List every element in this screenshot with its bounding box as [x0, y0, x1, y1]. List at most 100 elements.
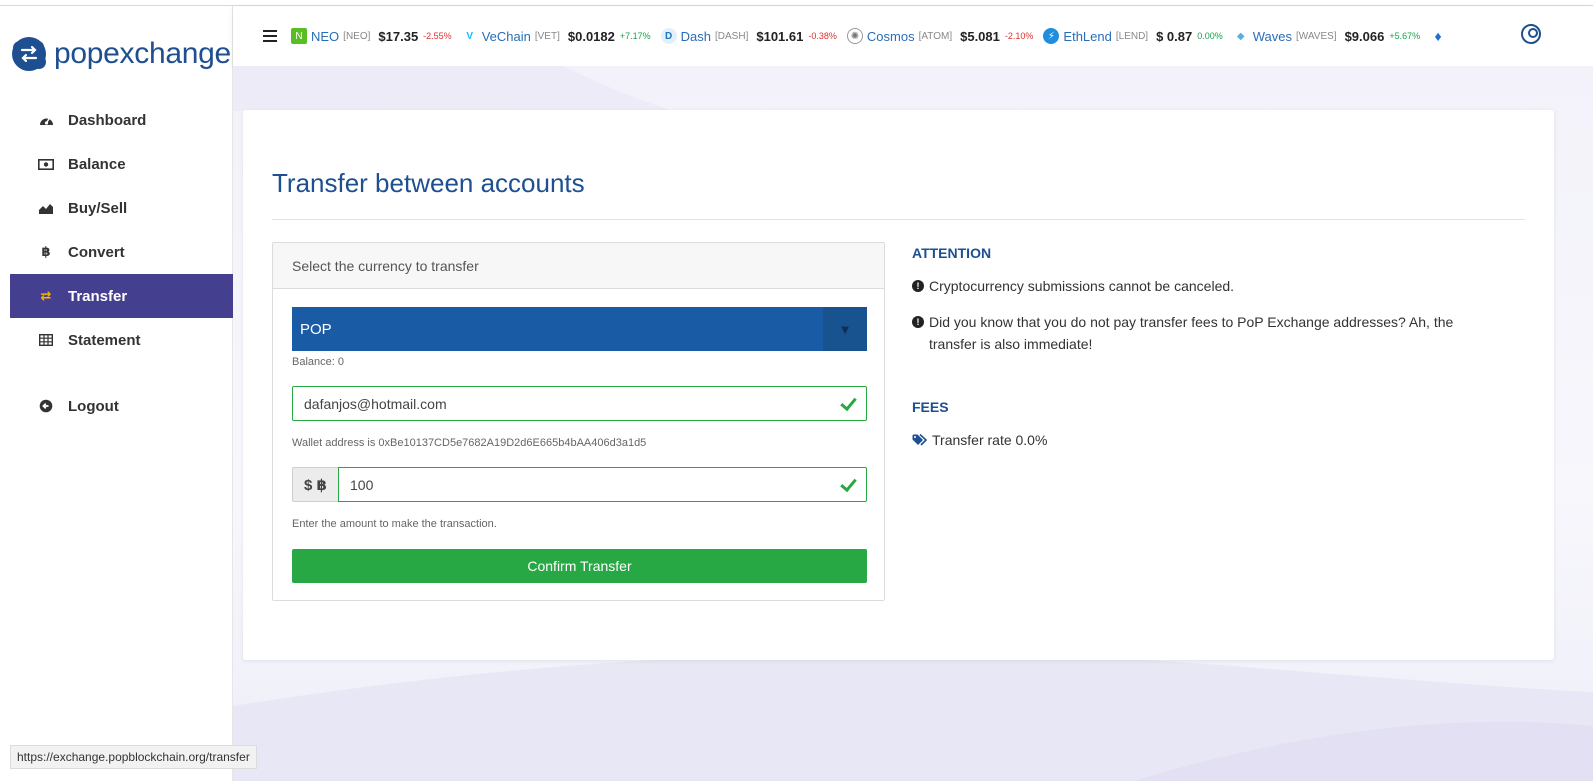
sidebar-item-transfer[interactable]: ⇄ Transfer — [10, 274, 233, 318]
ticker-name: Cosmos — [866, 28, 915, 44]
ticker-name: VeChain — [481, 28, 531, 44]
info-column: ATTENTION ! Cryptocurrency submissions c… — [912, 242, 1512, 451]
wallet-address-text: Wallet address is 0xBe10137CD5e7682A19D2… — [292, 437, 647, 449]
ticker-price: $9.066 — [1344, 28, 1385, 44]
ticker-item-vechain[interactable]: V VeChain [VET] $0.0182 +7.17% — [462, 28, 651, 44]
ticker-item-dash[interactable]: D Dash [DASH] $101.61 -0.38% — [660, 28, 837, 44]
chart-area-icon — [38, 200, 54, 216]
currency-addon: $ ฿ — [292, 467, 338, 502]
neo-icon: N — [291, 28, 307, 44]
fees-item: Transfer rate 0.0% — [912, 429, 1512, 451]
ticker-item-ethlend[interactable]: ⚡ EthLend [LEND] $ 0.87 0.00% — [1043, 28, 1223, 44]
tags-icon — [912, 434, 928, 451]
sidebar-item-statement[interactable]: Statement — [10, 318, 233, 362]
money-bill-icon — [38, 156, 54, 172]
dash-icon: D — [660, 28, 677, 44]
transfer-form-panel: Select the currency to transfer POP ▼ Ba… — [272, 242, 885, 601]
sidebar-item-convert[interactable]: ฿ Convert — [10, 230, 233, 274]
ticker-change: +5.67% — [1389, 31, 1421, 41]
ticker-change: -0.38% — [808, 31, 837, 41]
status-bar-url: https://exchange.popblockchain.org/trans… — [10, 745, 257, 769]
attention-text: Did you know that you do not pay transfe… — [929, 314, 1454, 352]
popexchange-logo-icon — [10, 35, 48, 73]
sidebar-item-balance[interactable]: Balance — [10, 142, 233, 186]
ticker-symbol: [NEO] — [343, 30, 371, 42]
ticker-price: $101.61 — [756, 28, 804, 44]
amount-help-text: Enter the amount to make the transaction… — [292, 518, 497, 530]
check-icon — [839, 395, 857, 413]
table-icon — [38, 332, 54, 348]
ticker-price: $ 0.87 — [1156, 28, 1193, 44]
sidebar-item-buy-sell[interactable]: Buy/Sell — [10, 186, 233, 230]
ticker-symbol: [ATOM] — [918, 30, 953, 42]
attention-title: ATTENTION — [912, 245, 992, 261]
flame-coin-icon: ♦ — [1434, 28, 1442, 44]
ticker-change: -2.55% — [423, 31, 452, 41]
ticker-name: EthLend — [1063, 28, 1112, 44]
sidebar-item-label: Balance — [68, 155, 126, 173]
cosmos-icon: ✺ — [846, 28, 863, 44]
sidebar-item-label: Transfer — [68, 287, 128, 305]
sidebar-item-label: Buy/Sell — [68, 199, 128, 217]
exchange-arrows-icon: ⇄ — [40, 288, 52, 303]
transfer-card: Transfer between accounts Select the cur… — [243, 110, 1554, 660]
amount-input[interactable] — [339, 468, 839, 501]
balance-text: Balance: 0 — [292, 356, 344, 368]
user-account-icon[interactable] — [1521, 24, 1541, 44]
exclamation-circle-icon: ! — [912, 280, 924, 292]
ticker-change: -2.10% — [1004, 31, 1034, 41]
panel-header: Select the currency to transfer — [273, 243, 884, 289]
confirm-transfer-button[interactable]: Confirm Transfer — [292, 549, 867, 583]
ticker-price: $17.35 — [378, 28, 419, 44]
fees-title: FEES — [912, 399, 949, 415]
ticker-item-cosmos[interactable]: ✺ Cosmos [ATOM] $5.081 -2.10% — [846, 28, 1034, 44]
hamburger-menu-icon[interactable] — [263, 30, 277, 42]
recipient-field[interactable] — [292, 386, 867, 421]
price-ticker: N NEO [NEO] $17.35 -2.55% V VeChain [VET… — [291, 28, 1460, 44]
sidebar-item-label: Convert — [68, 243, 125, 261]
caret-down-icon[interactable]: ▼ — [823, 307, 867, 351]
ticker-item-waves[interactable]: ◆ Waves [WAVES] $9.066 +5.67% — [1233, 28, 1420, 44]
tachometer-icon — [38, 112, 54, 128]
brand-name: popexchange — [54, 37, 231, 70]
sidebar-item-dashboard[interactable]: Dashboard — [10, 98, 233, 142]
page-title: Transfer between accounts — [272, 168, 585, 198]
exclamation-circle-icon: ! — [912, 316, 924, 328]
attention-item: ! Did you know that you do not pay trans… — [912, 311, 1502, 355]
bitcoin-icon: ฿ — [41, 244, 51, 259]
ticker-price: $5.081 — [960, 28, 1000, 44]
top-bar: N NEO [NEO] $17.35 -2.55% V VeChain [VET… — [233, 6, 1593, 66]
sidebar-item-label: Statement — [68, 331, 141, 349]
ticker-name: Dash — [680, 28, 712, 44]
waves-icon: ◆ — [1236, 30, 1245, 42]
check-icon — [839, 476, 857, 494]
ticker-name: Waves — [1252, 28, 1293, 44]
ticker-change: 0.00% — [1197, 31, 1223, 41]
sidebar-item-label: Dashboard — [68, 111, 147, 129]
attention-text: Cryptocurrency submissions cannot be can… — [929, 278, 1235, 294]
ticker-symbol: [LEND] — [1115, 30, 1149, 42]
ticker-name: NEO — [311, 28, 340, 44]
fees-rate-text: Transfer rate 0.0% — [932, 432, 1048, 448]
ticker-item-next[interactable]: ♦ — [1430, 28, 1450, 44]
sidebar-item-logout[interactable]: Logout — [10, 384, 233, 428]
currency-select[interactable]: POP ▼ — [292, 307, 867, 351]
currency-select-value: POP — [300, 320, 332, 338]
ticker-item-neo[interactable]: N NEO [NEO] $17.35 -2.55% — [291, 28, 452, 44]
arrow-circle-left-icon — [38, 398, 54, 414]
ticker-symbol: [DASH] — [715, 30, 749, 42]
brand-logo[interactable]: popexchange — [10, 34, 231, 74]
divider — [272, 219, 1525, 220]
sidebar-nav: Dashboard Balance Buy/Sell ฿ Convert ⇄ T… — [10, 98, 233, 428]
vechain-icon: V — [466, 30, 474, 42]
ethlend-icon: ⚡ — [1043, 28, 1060, 44]
recipient-input[interactable] — [293, 387, 839, 420]
ticker-symbol: [WAVES] — [1296, 30, 1337, 42]
sidebar-item-label: Logout — [68, 397, 119, 415]
ticker-symbol: [VET] — [534, 30, 560, 42]
attention-item: ! Cryptocurrency submissions cannot be c… — [912, 275, 1512, 297]
amount-field[interactable] — [338, 467, 867, 502]
ticker-change: +7.17% — [619, 31, 651, 41]
ticker-price: $0.0182 — [567, 28, 615, 44]
